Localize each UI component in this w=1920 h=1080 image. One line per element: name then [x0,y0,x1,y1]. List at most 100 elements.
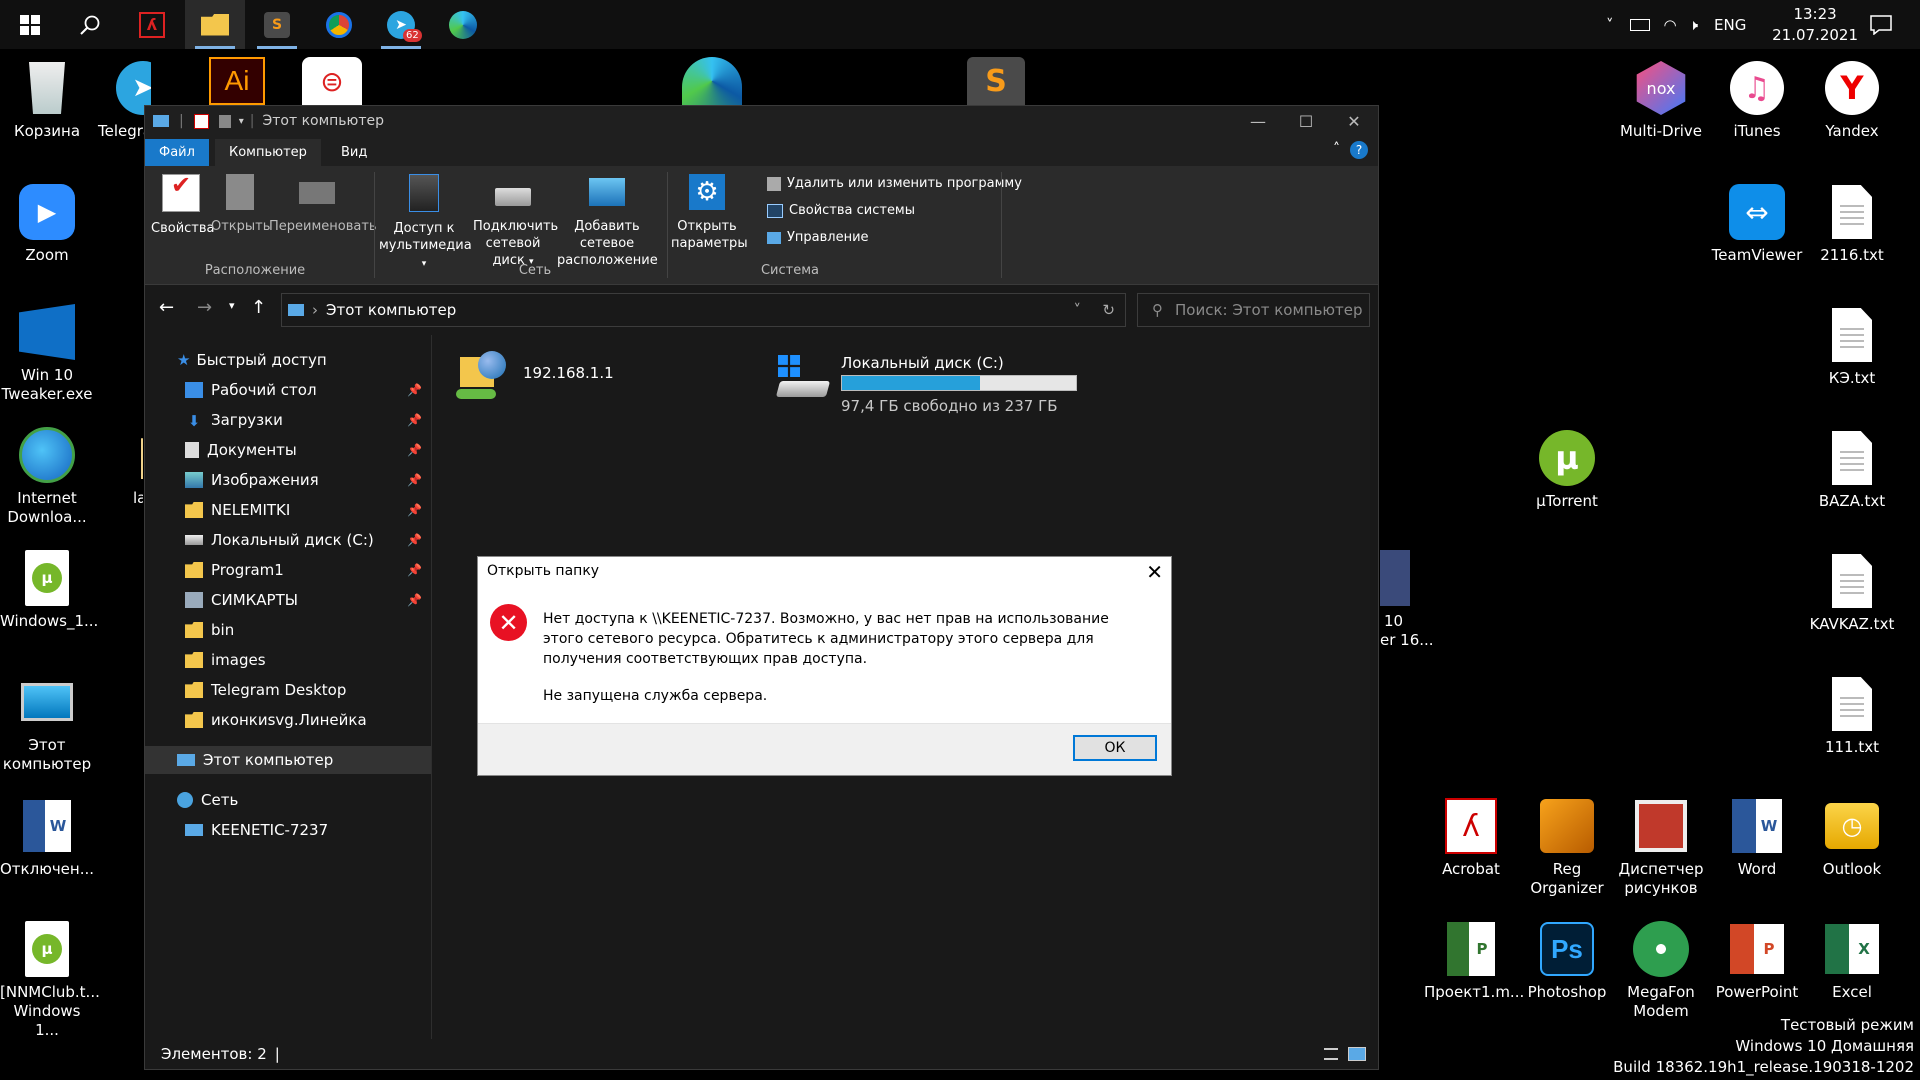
nav-item-simcards[interactable]: СИМКАРТЫ 📌 [145,586,432,614]
search-button[interactable] [60,0,120,49]
manage-button[interactable]: Управление [767,230,869,245]
nav-item-desktop[interactable]: Рабочий стол 📌 [145,376,432,404]
properties-qat-icon[interactable] [193,113,209,129]
large-icons-view-icon[interactable] [1348,1047,1366,1061]
desktop-icon-this-pc[interactable]: Этот компьютер [0,672,94,774]
nav-item-program1[interactable]: Program1 📌 [145,556,432,584]
nav-this-pc[interactable]: Этот компьютер [145,746,432,774]
desktop-icon-torrent1[interactable]: µ Windows_1... [0,548,98,631]
close-button[interactable]: ✕ [1330,106,1378,136]
properties-button[interactable]: ✔ Свойства [151,173,215,237]
sublime-desktop-icon[interactable]: S [967,57,1025,105]
nav-quick-access[interactable]: ★ Быстрый доступ [145,346,432,374]
desktop-icon-lavender[interactable]: lavend [95,425,143,508]
qat-dropdown-icon[interactable]: ▾ [239,116,244,127]
desktop-icon-111[interactable]: 111.txt [1805,674,1899,757]
edge-desktop-icon[interactable] [682,57,742,105]
desktop-icon-telegram[interactable]: ➤ Telegra [95,58,151,141]
taskbar-edge[interactable] [433,0,493,49]
nav-item-documents[interactable]: Документы 📌 [145,436,432,464]
minimize-button[interactable]: — [1234,106,1282,136]
new-folder-qat-icon[interactable] [218,114,231,128]
action-center-button[interactable] [1856,0,1906,49]
desktop-icon-outlook[interactable]: ◷ Outlook [1805,796,1899,879]
battery-icon[interactable] [1629,18,1650,31]
chevron-up-icon[interactable]: ˅ [1606,16,1614,34]
ok-button[interactable]: ОК [1073,735,1157,761]
forward-arrow-icon[interactable]: → [197,297,212,318]
desktop-icon-itunes[interactable]: ♫ iTunes [1710,58,1804,141]
tab-view[interactable]: Вид [327,139,381,166]
desktop-icon-kavkaz[interactable]: KAVKAZ.txt [1805,551,1899,634]
media-access-button[interactable]: Доступ к мультимедиа ▾ [379,174,472,273]
rename-button[interactable]: Переименовать [269,174,377,235]
add-network-location-button[interactable]: Добавить сетевое расположение [557,174,658,269]
volume-icon[interactable]: 🕨 [1689,16,1698,34]
illustrator-icon[interactable]: Ai [209,57,265,105]
taskbar-telegram[interactable]: ➤ 62 [371,0,431,49]
drive-c-item[interactable]: Локальный диск (C:) 97,4 ГБ свободно из … [775,347,1096,417]
desktop-icon-excel[interactable]: X Excel [1805,919,1899,1002]
maximize-button[interactable]: ☐ [1282,106,1330,136]
nav-item-icons-svg[interactable]: иконкиsvg.Линейка [145,706,432,734]
refresh-icon[interactable]: ↻ [1102,301,1115,319]
desktop-icon-reg-organizer[interactable]: Reg Organizer [1520,796,1614,898]
win-partial-icon[interactable] [1380,550,1410,606]
help-icon[interactable]: ? [1350,141,1368,159]
collapse-ribbon-icon[interactable]: ˄ [1333,141,1340,157]
desktop-icon-photoshop[interactable]: Ps Photoshop [1520,919,1614,1002]
nav-item-pictures[interactable]: Изображения 📌 [145,466,432,494]
desktop-icon-ke[interactable]: КЭ.txt [1805,305,1899,388]
recent-locations-icon[interactable]: ▾ [229,299,235,312]
language-indicator[interactable]: ENG [1714,16,1746,34]
desktop-icon-idm[interactable]: Internet Downloa... [0,425,94,527]
explorer-titlebar[interactable]: | ▾ | Этот компьютер — ☐ ✕ [145,106,1378,136]
up-arrow-icon[interactable]: ↑ [251,297,266,318]
dialog-close-button[interactable]: ✕ [1146,560,1163,584]
nav-item-downloads[interactable]: ⬇ Загрузки 📌 [145,406,432,434]
desktop-icon-megafon[interactable]: MegaFon Modem [1614,919,1708,1021]
desktop-icon-utorrent[interactable]: µ µTorrent [1520,428,1614,511]
desktop-icon-win10tweaker[interactable]: Win 10 Tweaker.exe [0,302,94,404]
tab-file[interactable]: Файл [145,139,209,166]
desktop-icon-powerpoint[interactable]: P PowerPoint [1710,919,1804,1002]
breadcrumb[interactable]: Этот компьютер [326,301,456,319]
open-settings-button[interactable]: ⚙ Открыть параметры [671,174,748,252]
nav-item-bin[interactable]: bin [145,616,432,644]
taskbar-sublime[interactable]: S [247,0,307,49]
desktop-icon-zoom[interactable]: ▶ Zoom [0,182,94,265]
nav-item-local-disk[interactable]: Локальный диск (C:) 📌 [145,526,432,554]
desktop-icon-torrent2[interactable]: µ [NNMClub.t... Windows 1... [0,919,100,1040]
nav-item-images[interactable]: images [145,646,432,674]
taskbar-chrome[interactable] [309,0,369,49]
nav-network-keenetic[interactable]: KEENETIC-7237 [145,816,432,844]
taskbar-explorer[interactable] [185,0,245,49]
desktop-icon-picture-manager[interactable]: Диспетчер рисунков [1614,796,1708,898]
address-bar[interactable]: › Этот компьютер ˅ ↻ [281,293,1126,327]
map-drive-button[interactable]: Подключить сетевой диск ▾ [473,174,558,271]
system-properties-button[interactable]: Свойства системы [767,203,915,218]
taskbar-acrobat[interactable]: ʎ [122,0,182,49]
desktop-icon-recycle-bin[interactable]: Корзина [0,58,94,141]
clock[interactable]: 13:23 21.07.2021 [1772,4,1858,46]
address-dropdown-icon[interactable]: ˅ [1074,301,1082,319]
network-location-item[interactable]: 192.168.1.1 [456,347,756,417]
desktop-icon-2116[interactable]: 2116.txt [1805,182,1899,265]
desktop-icon-acrobat[interactable]: ʎ Acrobat [1424,796,1518,879]
nav-network[interactable]: Сеть [145,786,432,814]
vpn-shield-icon[interactable]: ⊜ [302,57,362,105]
desktop-icon-yandex[interactable]: Y Yandex [1805,58,1899,141]
desktop-icon-word[interactable]: W Word [1710,796,1804,879]
tab-computer[interactable]: Компьютер [215,139,321,166]
desktop-icon-teamviewer[interactable]: ⇔ TeamViewer [1710,182,1804,265]
nav-item-telegram-desktop[interactable]: Telegram Desktop [145,676,432,704]
desktop-icon-baza[interactable]: BAZA.txt [1805,428,1899,511]
desktop-icon-project[interactable]: P Проект1.m... [1424,919,1524,1002]
desktop-icon-word-doc[interactable]: W Отключен... [0,796,94,879]
nav-item-nelemitki[interactable]: NELEMITKI 📌 [145,496,432,524]
start-button[interactable] [0,0,60,49]
open-button[interactable]: Открыть [211,174,270,235]
details-view-icon[interactable] [1324,1048,1338,1060]
network-icon[interactable]: ◠ [1664,16,1677,34]
search-input[interactable]: ⚲ Поиск: Этот компьютер [1137,293,1370,327]
